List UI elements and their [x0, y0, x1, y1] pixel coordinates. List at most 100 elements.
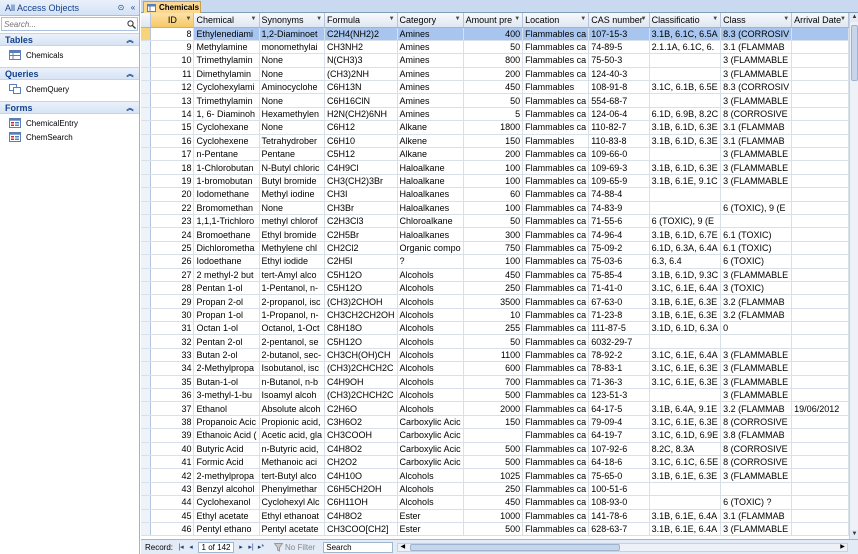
table-cell[interactable]: 1-Chlorobutan — [193, 160, 260, 175]
first-record-button[interactable]: |◂ — [176, 543, 186, 551]
table-cell[interactable]: C5H12O — [324, 334, 398, 349]
table-cell[interactable]: 6 (TOXIC) ? — [720, 495, 793, 510]
table-row[interactable]: 20 Iodomethane Methyl iodine CH3I Haloalkane… — [141, 187, 849, 202]
table-row[interactable]: 27 2 methyl-2 but tert-Amyl alco C5H12O Alco… — [141, 268, 849, 282]
table-cell[interactable]: (CH3)2CHCH2C — [324, 361, 398, 376]
table-cell[interactable]: 6 (TOXIC) — [720, 254, 793, 269]
table-cell[interactable]: n-Pentane — [193, 147, 260, 162]
table-cell[interactable]: 17 — [150, 147, 195, 162]
table-cell[interactable]: (CH3)2CHCH2C — [324, 388, 398, 403]
table-cell[interactable]: 107-92-6 — [588, 442, 650, 457]
table-cell[interactable]: CH3I — [324, 187, 398, 202]
scroll-left-icon[interactable]: ◀ — [398, 544, 407, 551]
table-cell[interactable]: C8H18O — [324, 321, 398, 336]
table-cell[interactable]: ? — [397, 254, 464, 269]
table-cell[interactable]: (CH3)2CHOH — [324, 294, 398, 309]
scroll-up-icon[interactable]: ▲ — [850, 13, 858, 22]
table-row[interactable]: 46 Pentyl ethano Pentyl acetate CH3COO[CH2]… — [141, 522, 849, 537]
table-cell[interactable]: 123-51-3 — [588, 388, 650, 403]
sort-dropdown-icon[interactable]: ▼ — [641, 16, 647, 22]
table-cell[interactable]: Propan 1-ol — [193, 308, 260, 323]
table-cell[interactable]: 450 — [463, 80, 524, 95]
table-cell[interactable]: C2H4(NH2)2 — [324, 27, 398, 41]
table-cell[interactable]: Pentan 1-ol — [193, 281, 260, 296]
table-cell[interactable]: None — [259, 120, 326, 135]
table-cell[interactable] — [649, 93, 722, 108]
table-cell[interactable]: Methylamine — [193, 40, 260, 55]
table-cell[interactable]: 67-63-0 — [588, 294, 650, 309]
table-cell[interactable]: 3.1B, 6.1D, 6.3E — [649, 160, 722, 175]
table-cell[interactable]: 100-51-6 — [588, 482, 650, 497]
table-cell[interactable]: Methyl iodine — [259, 187, 326, 202]
column-header[interactable]: CAS number ▼ — [588, 13, 650, 28]
table-cell[interactable]: C3H6O2 — [324, 415, 398, 430]
table-cell[interactable]: 100 — [463, 201, 524, 215]
current-record-field[interactable]: 1 of 142 — [198, 541, 235, 553]
table-cell[interactable]: 500 — [463, 522, 524, 537]
table-cell[interactable]: 3-methyl-1-bu — [193, 388, 260, 403]
table-cell[interactable]: 110-83-8 — [588, 134, 650, 149]
table-cell[interactable]: 38 — [150, 415, 195, 430]
table-cell[interactable]: 79-09-4 — [588, 415, 650, 430]
table-cell[interactable] — [791, 160, 849, 175]
table-cell[interactable]: C6H16ClN — [324, 93, 398, 108]
table-cell[interactable]: Alkene — [397, 134, 464, 149]
table-cell[interactable]: Flammables ca — [522, 187, 590, 202]
table-cell[interactable]: Flammables ca — [522, 415, 590, 430]
table-cell[interactable] — [649, 53, 722, 68]
table-cell[interactable] — [791, 495, 849, 510]
table-cell[interactable]: 26 — [150, 254, 195, 269]
table-cell[interactable]: Carboxylic Acic — [397, 415, 464, 430]
table-cell[interactable]: 28 — [150, 281, 195, 296]
table-row[interactable]: 40 Butyric Acid n-Butyric acid, C4H8O2 Carbo… — [141, 442, 849, 457]
record-selector[interactable] — [141, 241, 152, 256]
table-cell[interactable]: Alcohols — [397, 294, 464, 309]
table-cell[interactable]: 75-09-2 — [588, 241, 650, 256]
record-selector[interactable] — [141, 455, 152, 470]
table-cell[interactable] — [791, 442, 849, 457]
table-cell[interactable]: Alcohols — [397, 308, 464, 323]
table-cell[interactable]: 554-68-7 — [588, 93, 650, 108]
record-selector[interactable] — [141, 308, 152, 323]
table-cell[interactable]: Pentyl acetate — [259, 522, 326, 537]
table-cell[interactable]: 2000 — [463, 401, 524, 416]
table-cell[interactable]: 75-03-6 — [588, 254, 650, 269]
table-cell[interactable]: Amines — [397, 93, 464, 108]
table-cell[interactable]: Acetic acid, gla — [259, 428, 326, 443]
table-cell[interactable]: 3.1C, 6.1C, 6.5E — [649, 455, 722, 470]
record-selector[interactable] — [141, 401, 152, 416]
table-cell[interactable]: 3 (FLAMMABLE — [720, 348, 793, 363]
table-cell[interactable]: Dimethylamin — [193, 67, 260, 82]
record-selector[interactable] — [141, 80, 152, 95]
table-cell[interactable]: 6 (TOXIC), 9 (E — [720, 201, 793, 215]
table-cell[interactable]: tert-Amyl alco — [259, 268, 326, 282]
table-cell[interactable]: Cyclohexene — [193, 134, 260, 149]
table-cell[interactable]: tert-Butyl alco — [259, 468, 326, 483]
table-cell[interactable]: 450 — [463, 495, 524, 510]
table-cell[interactable] — [791, 308, 849, 323]
record-selector[interactable] — [141, 201, 152, 215]
table-cell[interactable]: 3.1C, 6.1E, 6.3E — [649, 375, 722, 390]
table-row[interactable]: 29 Propan 2-ol 2-propanol, isc (CH3)2CHOH Al… — [141, 294, 849, 309]
table-cell[interactable]: n-Butyric acid, — [259, 442, 326, 457]
table-row[interactable]: 15 Cyclohexane None C6H12 Alkane 1800 Flammabl… — [141, 120, 849, 135]
table-cell[interactable]: 3.1C, 6.1E, 6.4A — [649, 348, 722, 363]
table-cell[interactable]: 3 (FLAMMABLE — [720, 93, 793, 108]
table-cell[interactable] — [791, 214, 849, 229]
record-search-box[interactable]: Search — [323, 541, 394, 553]
column-header[interactable]: Location ▼ — [522, 13, 590, 28]
table-cell[interactable]: 1000 — [463, 509, 524, 523]
table-cell[interactable]: 6032-29-7 — [588, 334, 650, 349]
table-cell[interactable]: Flammables ca — [522, 361, 590, 376]
table-cell[interactable]: Flammables ca — [522, 120, 590, 135]
table-cell[interactable]: 6 (TOXIC), 9 (E — [649, 214, 722, 229]
nav-pane-title[interactable]: All Access Objects — [5, 3, 115, 13]
table-cell[interactable]: 60 — [463, 187, 524, 202]
table-cell[interactable]: 74-88-4 — [588, 187, 650, 202]
table-cell[interactable]: 19 — [150, 174, 195, 189]
table-row[interactable]: 22 Bromomethan None CH3Br Haloalkanes 100 Flam… — [141, 201, 849, 215]
table-cell[interactable]: 3.2 (FLAMMAB — [720, 308, 793, 323]
table-cell[interactable]: 255 — [463, 321, 524, 336]
collapse-chevron-icon[interactable]: ︽ — [121, 103, 139, 113]
table-cell[interactable] — [791, 509, 849, 523]
